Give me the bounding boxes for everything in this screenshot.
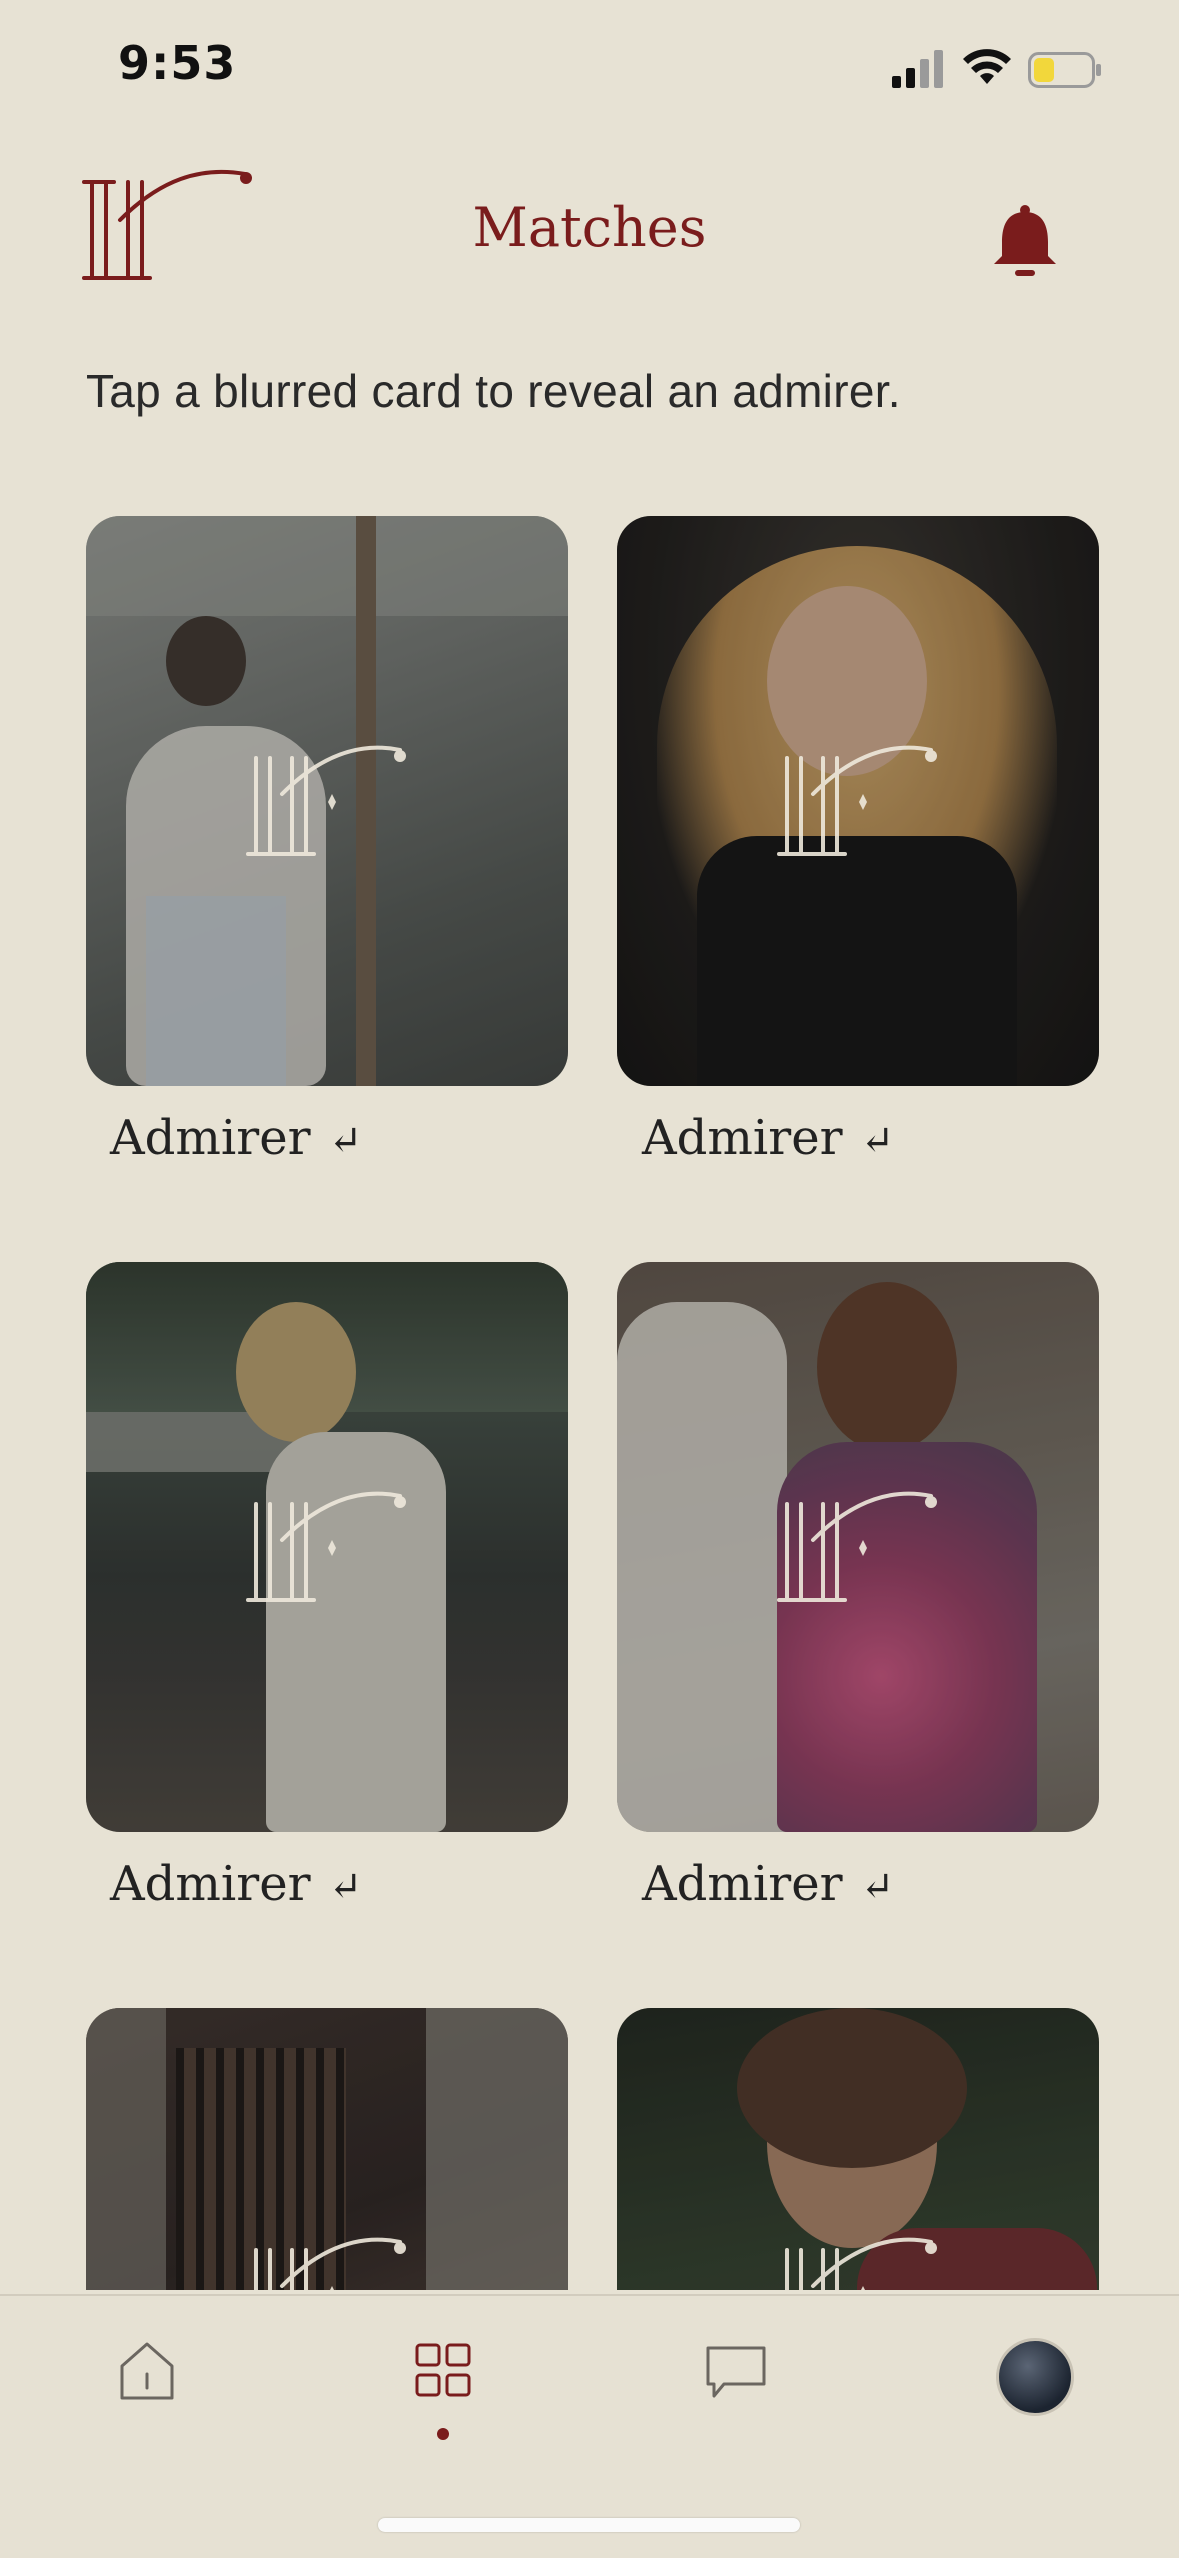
matches-grid: Admirer ↵ Admirer ↵ Admirer ↵ Admirer ↵ <box>0 500 1179 2290</box>
profile-avatar[interactable] <box>996 2338 1074 2416</box>
battery-icon <box>1028 52 1101 88</box>
return-arrow-icon: ↵ <box>860 1864 895 1910</box>
instructions-text: Tap a blurred card to reveal an admirer. <box>86 365 901 417</box>
admirer-card-5[interactable] <box>86 2008 568 2290</box>
home-indicator[interactable] <box>378 2518 800 2532</box>
admirer-card-3[interactable] <box>86 1262 568 1832</box>
wifi-icon <box>963 49 1011 84</box>
cellular-signal-icon <box>892 50 943 88</box>
admirer-card-4[interactable] <box>617 1262 1099 1832</box>
admirer-card-6[interactable] <box>617 2008 1099 2290</box>
notifications-bell-icon[interactable] <box>990 202 1060 282</box>
grid-icon[interactable] <box>414 2342 472 2400</box>
return-arrow-icon: ↵ <box>328 1118 363 1164</box>
admirer-label-1[interactable]: Admirer ↵ <box>110 1110 362 1166</box>
return-arrow-icon: ↵ <box>860 1118 895 1164</box>
home-icon[interactable] <box>116 2340 178 2404</box>
admirer-label-4[interactable]: Admirer ↵ <box>642 1856 894 1912</box>
chat-icon[interactable] <box>704 2344 768 2400</box>
return-arrow-icon: ↵ <box>328 1864 363 1910</box>
admirer-card-1[interactable] <box>86 516 568 1086</box>
logo-watermark-icon <box>785 2237 937 2290</box>
logo-watermark-icon <box>246 745 406 856</box>
admirer-label-2[interactable]: Admirer ↵ <box>642 1110 894 1166</box>
admirer-label-3[interactable]: Admirer ↵ <box>110 1856 362 1912</box>
status-bar: 9:53 <box>0 0 1179 140</box>
active-tab-indicator <box>437 2428 449 2440</box>
logo-watermark-icon <box>777 1491 937 1602</box>
logo-watermark-icon <box>777 745 937 856</box>
admirer-card-2[interactable] <box>617 516 1099 1086</box>
logo-watermark-icon <box>254 2237 406 2290</box>
logo-watermark-icon <box>246 1491 406 1602</box>
status-time: 9:53 <box>118 36 237 90</box>
